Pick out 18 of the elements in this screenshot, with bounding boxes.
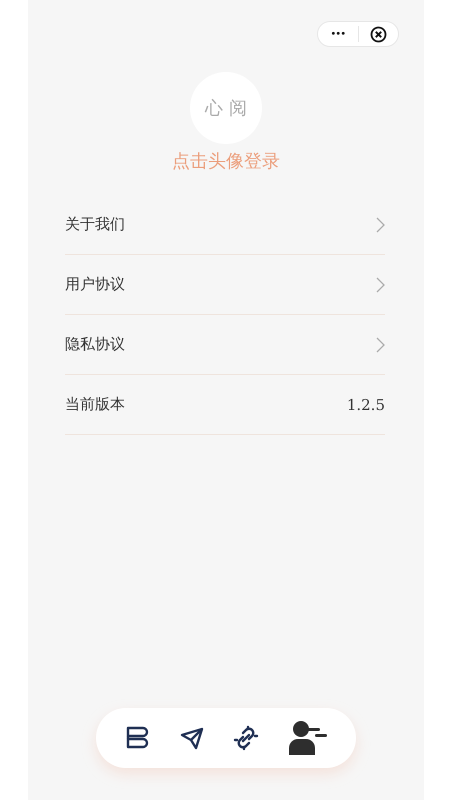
more-button[interactable]: ••• [318,28,358,40]
books-icon [124,725,150,751]
tab-button[interactable] [233,725,260,751]
chevron-icon [376,216,385,232]
menu-label: 当前版本 [65,395,125,414]
broken-link-icon [233,725,260,751]
user-icon [288,720,328,756]
version-value: 1.2.5 [346,396,385,414]
menu-label[interactable]: 关于我们 [65,215,125,234]
chevron-icon [376,336,385,352]
tab-button[interactable] [178,725,205,751]
paper-plane-icon [178,725,205,751]
tab-button[interactable] [124,725,150,751]
menu-label[interactable]: 用户协议 [65,275,125,294]
tab-button[interactable] [288,720,328,756]
close-icon [370,26,387,42]
chevron-icon [376,276,385,292]
menu-label[interactable]: 隐私协议 [65,335,125,354]
